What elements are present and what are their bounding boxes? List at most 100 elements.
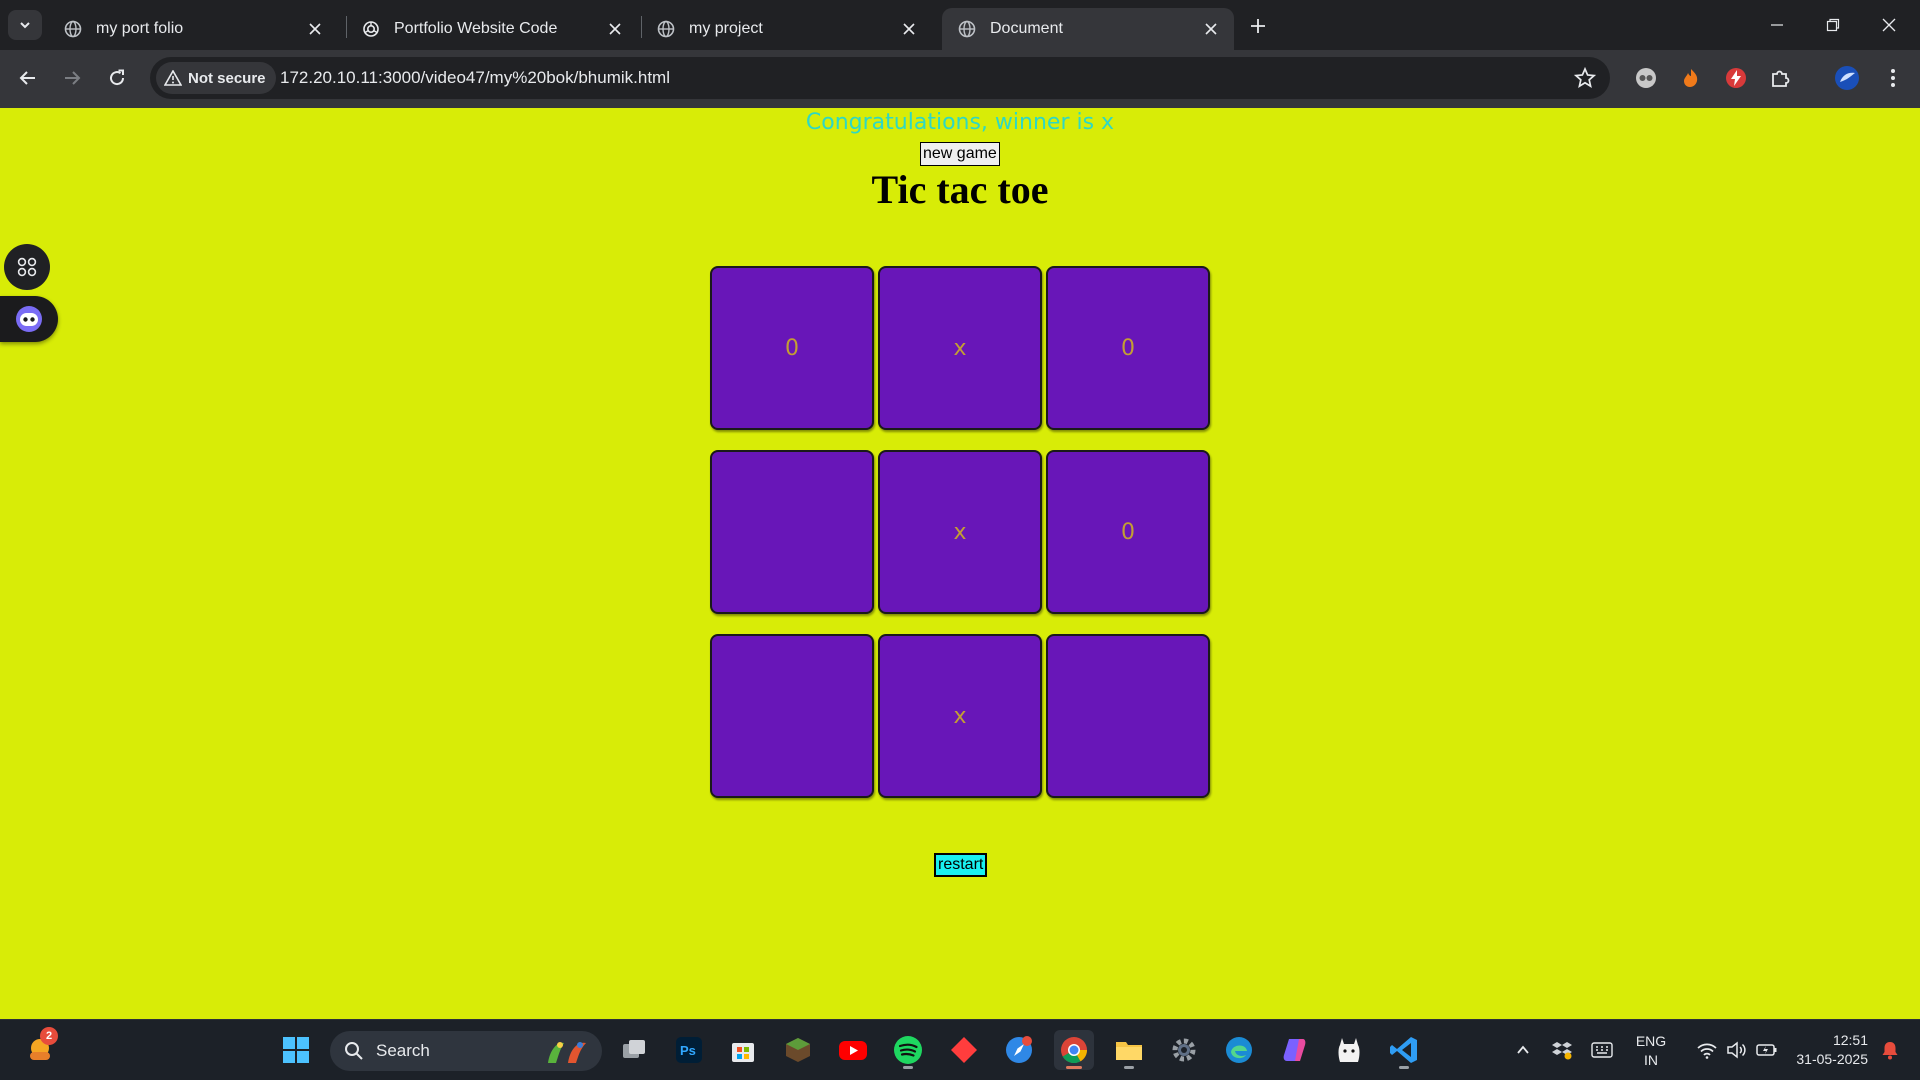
- arrow-left-icon: [19, 71, 35, 85]
- board-cell[interactable]: x: [878, 634, 1042, 798]
- spotify-app[interactable]: [888, 1030, 928, 1070]
- running-indicator: [903, 1066, 913, 1069]
- ollama-app[interactable]: [1329, 1030, 1369, 1070]
- search-label: Search: [376, 1041, 430, 1060]
- running-indicator: [1066, 1066, 1082, 1069]
- board-cell[interactable]: 0: [710, 266, 874, 430]
- assistant-face-icon: [16, 306, 42, 332]
- extension-flame-icon[interactable]: [1678, 65, 1704, 91]
- plus-icon: [1251, 19, 1265, 33]
- forward-button[interactable]: [56, 62, 88, 94]
- notifications-button[interactable]: [1874, 1030, 1906, 1070]
- region-code: IN: [1644, 1052, 1658, 1068]
- bell-icon: [1882, 1042, 1898, 1060]
- close-tab-icon[interactable]: [1202, 20, 1220, 38]
- extension-ghost-icon[interactable]: [1633, 65, 1659, 91]
- tab-my-port-folio[interactable]: my port folio: [48, 8, 338, 50]
- browser-toolbar: Not secure 172.20.10.11:3000/video47/my%…: [0, 50, 1920, 108]
- new-game-button[interactable]: new game: [920, 142, 1000, 166]
- site-info-chip[interactable]: Not secure: [156, 62, 276, 94]
- store-icon: [732, 1043, 754, 1062]
- microsoft-store-app[interactable]: [723, 1030, 763, 1070]
- chrome-icon: [1061, 1037, 1088, 1064]
- reload-icon: [110, 69, 125, 86]
- folder-icon: [1116, 1042, 1142, 1060]
- page-viewport: Congratulations, winner is x new game Ti…: [0, 108, 1920, 1019]
- extensions-puzzle-icon[interactable]: [1768, 65, 1794, 91]
- new-tab-button[interactable]: [1244, 12, 1272, 40]
- board-cell[interactable]: 0: [1046, 266, 1210, 430]
- git-app[interactable]: [944, 1030, 984, 1070]
- vscode-icon: [1390, 1037, 1417, 1063]
- board-cell[interactable]: [710, 634, 874, 798]
- battery-charging-icon: [1756, 1044, 1777, 1056]
- file-explorer-app[interactable]: [1109, 1030, 1149, 1070]
- openai-icon: [363, 21, 379, 37]
- edge-icon: [1226, 1037, 1252, 1063]
- clock-time: 12:51: [1832, 1032, 1868, 1048]
- browser-menu-button[interactable]: [1880, 65, 1906, 91]
- settings-app[interactable]: [1164, 1030, 1204, 1070]
- start-button[interactable]: [276, 1030, 316, 1070]
- tab-strip: my port folio Portfolio Website Code my …: [0, 0, 1920, 50]
- command-icon: [17, 257, 37, 277]
- safari-app[interactable]: [999, 1030, 1039, 1070]
- tab-my-project[interactable]: my project: [641, 8, 932, 50]
- vscode-app[interactable]: [1384, 1030, 1424, 1070]
- close-tab-icon[interactable]: [900, 20, 918, 38]
- copilot-app[interactable]: [1274, 1030, 1314, 1070]
- restore-button[interactable]: [1810, 8, 1856, 42]
- task-view-button[interactable]: [614, 1030, 654, 1070]
- security-label: Not secure: [188, 69, 266, 87]
- taskbar-search[interactable]: Search: [330, 1031, 602, 1071]
- clock[interactable]: 12:51 31-05-2025: [1780, 1031, 1868, 1069]
- show-hidden-icons-button[interactable]: [1503, 1030, 1543, 1070]
- profile-avatar[interactable]: [1834, 65, 1860, 91]
- tab-title: my port folio: [96, 20, 184, 37]
- winner-message: Congratulations, winner is x: [805, 110, 1115, 135]
- minecraft-app[interactable]: [778, 1030, 818, 1070]
- close-window-button[interactable]: [1866, 8, 1912, 42]
- close-icon: [1882, 18, 1896, 32]
- git-diamond-icon: [951, 1037, 977, 1063]
- floating-assistant-button[interactable]: [0, 296, 58, 342]
- task-view-icon: [623, 1040, 645, 1058]
- widgets-button[interactable]: 2: [20, 1027, 60, 1070]
- tab-portfolio-website-code[interactable]: Portfolio Website Code: [346, 8, 638, 50]
- tab-document[interactable]: Document: [942, 8, 1234, 50]
- minimize-button[interactable]: [1754, 8, 1800, 42]
- dropbox-tray-icon[interactable]: [1542, 1030, 1582, 1070]
- warning-icon: [164, 70, 182, 86]
- board-cell[interactable]: 0: [1046, 450, 1210, 614]
- keyboard-tray-icon[interactable]: [1582, 1030, 1622, 1070]
- edge-app[interactable]: [1219, 1030, 1259, 1070]
- board-cell[interactable]: [1046, 634, 1210, 798]
- restore-icon: [1826, 18, 1840, 32]
- youtube-app[interactable]: [833, 1030, 873, 1070]
- back-button[interactable]: [12, 62, 44, 94]
- close-tab-icon[interactable]: [306, 20, 324, 38]
- board-cell[interactable]: [710, 450, 874, 614]
- chrome-app[interactable]: [1054, 1030, 1094, 1070]
- language-indicator[interactable]: ENG IN: [1628, 1032, 1674, 1070]
- minimize-icon: [1771, 24, 1783, 26]
- restart-button[interactable]: restart: [934, 853, 988, 877]
- globe-icon: [958, 20, 976, 38]
- bookmark-star-icon[interactable]: [1574, 67, 1596, 89]
- board-cell[interactable]: x: [878, 450, 1042, 614]
- tab-search-button[interactable]: [8, 10, 42, 40]
- copilot-icon: [1283, 1039, 1306, 1061]
- running-indicator: [1399, 1066, 1409, 1069]
- floating-apps-button[interactable]: [4, 244, 50, 290]
- photoshop-app[interactable]: Ps: [669, 1030, 709, 1070]
- wifi-icon: [1697, 1043, 1717, 1059]
- tab-title: my project: [689, 20, 763, 37]
- reload-button[interactable]: [101, 62, 133, 94]
- board-cell[interactable]: x: [878, 266, 1042, 430]
- svg-text:Ps: Ps: [680, 1043, 696, 1058]
- photoshop-icon: Ps: [676, 1037, 702, 1063]
- address-bar[interactable]: Not secure 172.20.10.11:3000/video47/my%…: [150, 57, 1610, 99]
- quick-settings-button[interactable]: [1677, 1030, 1797, 1070]
- close-tab-icon[interactable]: [606, 20, 624, 38]
- extension-bolt-icon[interactable]: [1723, 65, 1749, 91]
